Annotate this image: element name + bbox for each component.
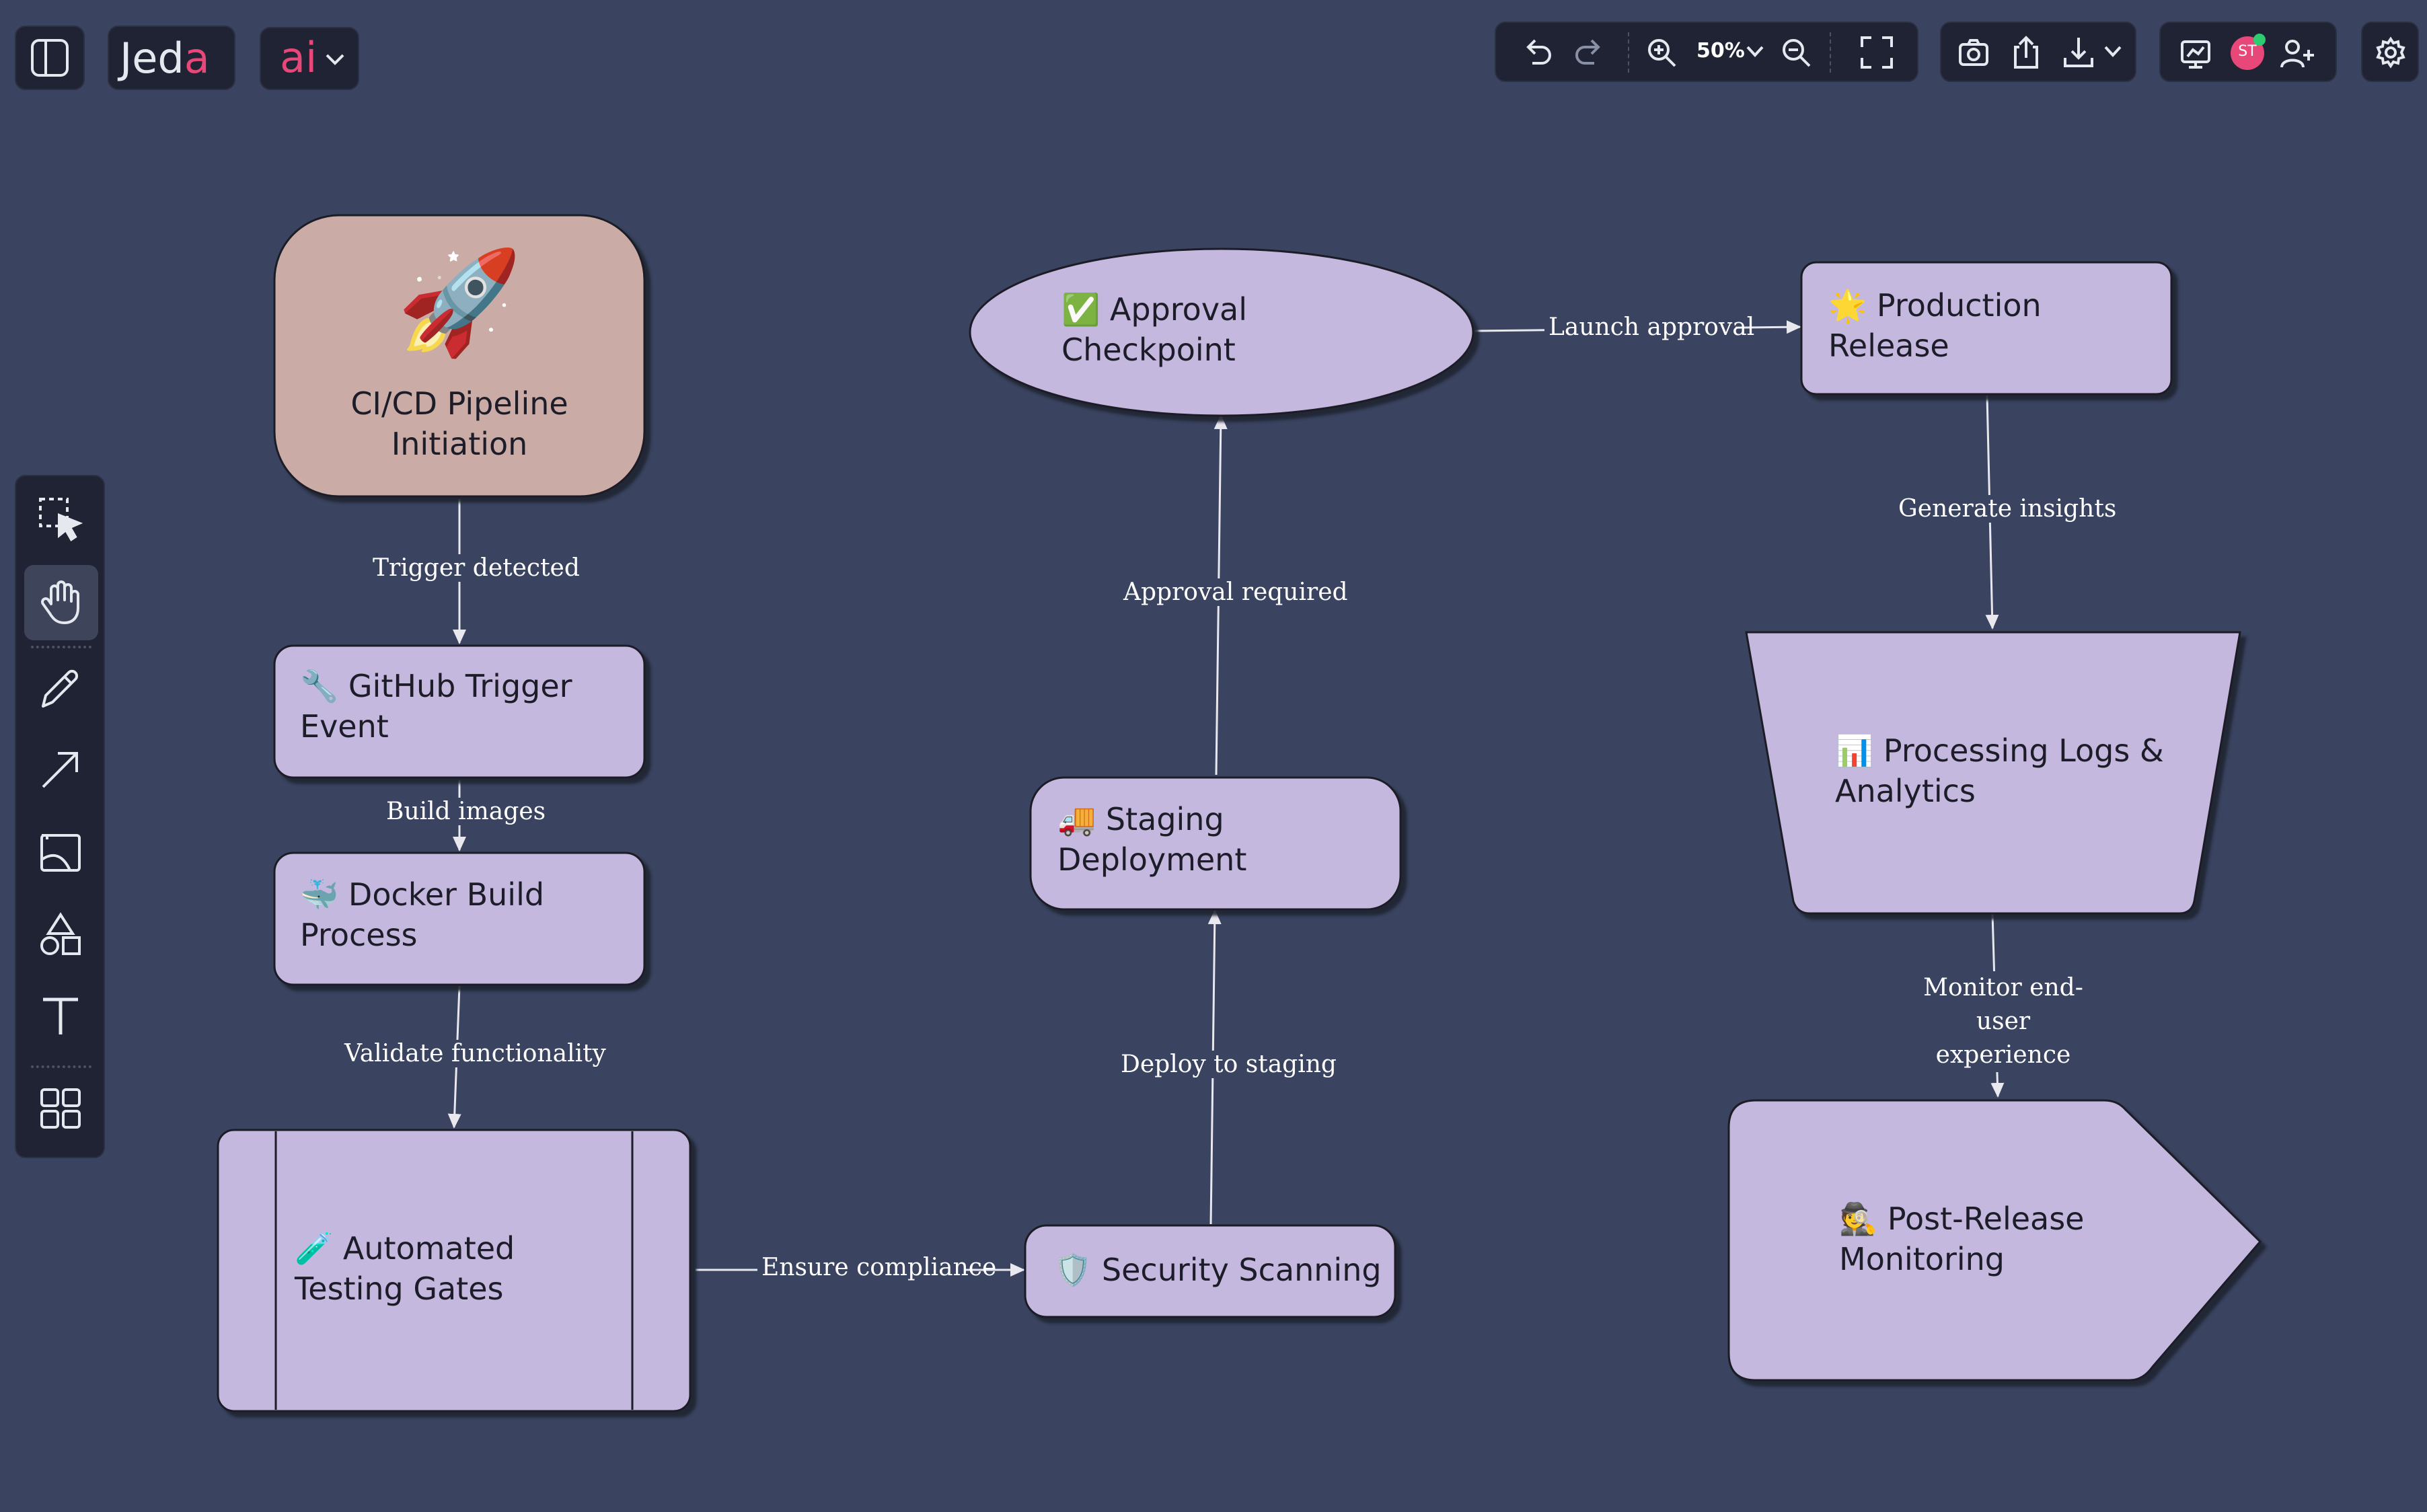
rocket-icon: 🚀 (396, 244, 523, 361)
chart-icon: 📊 (1835, 732, 1874, 769)
check-icon: ✅ (1061, 291, 1100, 328)
edge-label: Monitor end-user experience (1902, 971, 2104, 1072)
wrench-icon: 🔧 (300, 668, 339, 704)
edge-label: Ensure compliance (757, 1254, 996, 1281)
node-staging[interactable]: 🚚 Staging Deployment (1057, 799, 1353, 880)
edge-label: Deploy to staging (1117, 1051, 1337, 1078)
node-monitoring[interactable]: 🕵️ Post-Release Monitoring (1839, 1199, 2122, 1279)
edge-label: Generate insights (1894, 495, 2116, 523)
edge-label: Approval required (1119, 578, 1348, 606)
star-icon: 🌟 (1828, 287, 1867, 324)
node-label-text: Processing Logs & Analytics (1835, 732, 2164, 809)
whale-icon: 🐳 (300, 876, 339, 913)
edge-label: Launch approval (1544, 313, 1754, 341)
edge-label: Trigger detected (369, 554, 580, 582)
edge-label: Build images (382, 798, 546, 825)
node-label-text: GitHub Trigger Event (300, 668, 572, 745)
node-production[interactable]: 🌟 Production Release (1828, 285, 2111, 366)
edge-label: Validate functionality (340, 1040, 606, 1067)
node-github[interactable]: 🔧 GitHub Trigger Event (300, 666, 623, 747)
node-approval[interactable]: ✅ Approval Checkpoint (1061, 289, 1277, 370)
node-security[interactable]: 🛡️ Security Scanning (1053, 1250, 1390, 1290)
node-label-text: Security Scanning (1101, 1252, 1382, 1288)
node-docker[interactable]: 🐳 Docker Build Process (300, 874, 623, 955)
node-testing[interactable]: 🧪 Automated Testing Gates (295, 1228, 624, 1309)
node-start[interactable]: 🚀 CI/CD Pipeline Initiation (274, 215, 644, 496)
truck-icon: 🚚 (1057, 801, 1096, 837)
test-tube-icon: 🧪 (295, 1230, 334, 1267)
node-logs[interactable]: 📊 Processing Logs & Analytics (1835, 730, 2185, 811)
detective-icon: 🕵️ (1839, 1201, 1878, 1237)
node-label: CI/CD Pipeline Initiation (350, 385, 568, 462)
shield-icon: 🛡️ (1053, 1252, 1092, 1288)
